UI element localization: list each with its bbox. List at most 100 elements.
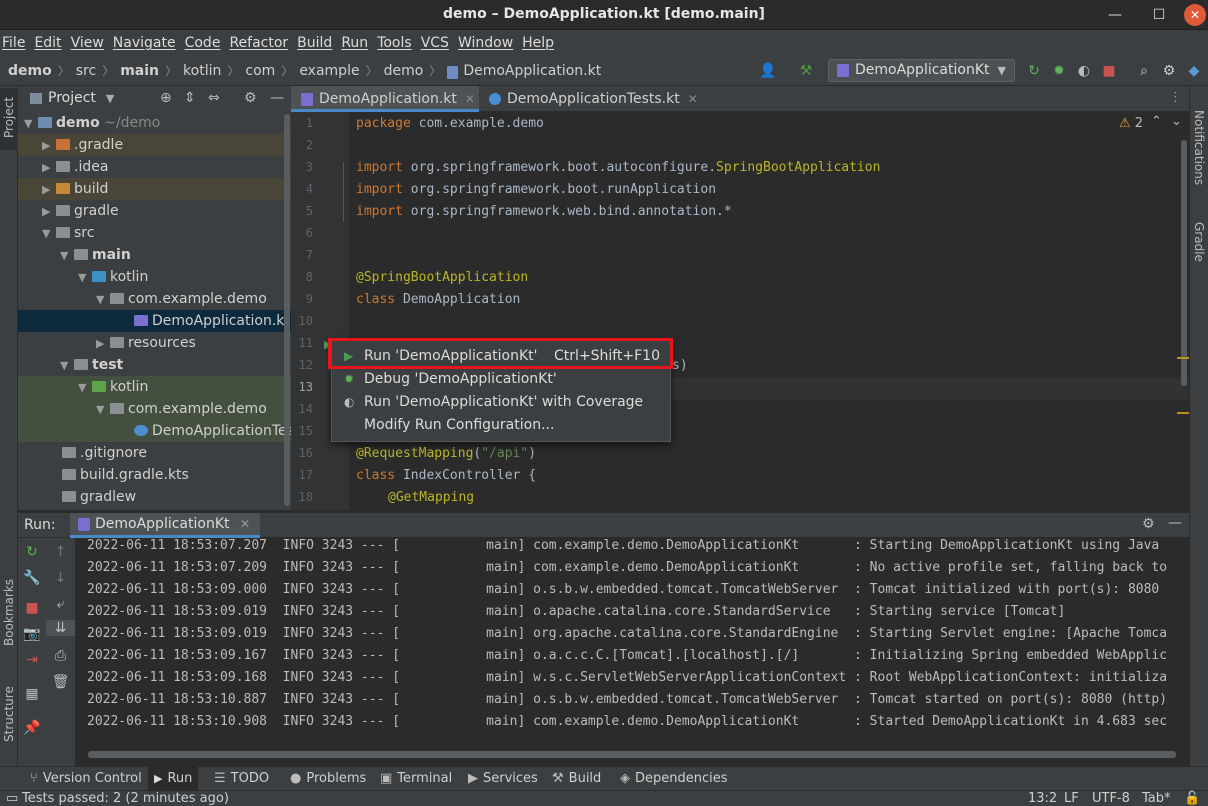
tree-item-build[interactable]: ▶ build xyxy=(18,178,291,200)
menu-build[interactable]: Build xyxy=(297,35,332,51)
caret-position[interactable]: 13:2 xyxy=(1028,791,1057,806)
collapse-all-icon[interactable]: ⇔ xyxy=(208,90,220,106)
print-icon[interactable]: ⎙ xyxy=(46,648,75,664)
more-tabs-icon[interactable]: ⋮ xyxy=(1169,90,1182,105)
tree-item-src[interactable]: ▼ src xyxy=(18,222,291,244)
tool-tab-problems[interactable]: ● Problems xyxy=(290,767,366,791)
tree-item-idea[interactable]: ▶ .idea xyxy=(18,156,291,178)
project-tool-tab[interactable]: Project xyxy=(0,88,18,150)
lock-icon[interactable]: 🔓 xyxy=(1184,791,1200,806)
tree-item-demo[interactable]: ▼ demo ~/demo xyxy=(18,112,291,134)
user-icon[interactable]: 👤 xyxy=(758,61,778,81)
menu-navigate[interactable]: Navigate xyxy=(113,35,176,51)
bookmarks-tool-label[interactable]: Bookmarks xyxy=(2,579,16,646)
run-tab[interactable]: DemoApplicationKt ✕ xyxy=(70,513,260,538)
close-tab-icon[interactable]: ✕ xyxy=(465,92,475,106)
editor-scrollbar[interactable] xyxy=(1181,140,1187,386)
menu-tools[interactable]: Tools xyxy=(377,35,412,51)
gear-icon[interactable]: ⚙ xyxy=(1142,516,1155,532)
status-message[interactable]: Tests passed: 2 (2 minutes ago) xyxy=(22,791,229,806)
menu-item-modify-config[interactable]: Modify Run Configuration... xyxy=(332,414,670,437)
tool-tab-run[interactable]: ▶ Run xyxy=(148,767,199,791)
indent-setting[interactable]: Tab* xyxy=(1142,791,1171,806)
tree-item-gradle[interactable]: ▶ gradle xyxy=(18,200,291,222)
coverage-icon[interactable]: ◐ xyxy=(1074,61,1094,81)
menu-help[interactable]: Help xyxy=(522,35,554,51)
next-highlight-icon[interactable]: ⌄ xyxy=(1171,114,1182,129)
arrow-up-icon[interactable]: ↑ xyxy=(46,544,75,560)
breadcrumb-file[interactable]: DemoApplication.kt xyxy=(447,63,601,79)
tree-item-demo-application-tests[interactable]: DemoApplicationTests.kt xyxy=(18,420,291,442)
tree-item-test[interactable]: ▼ test xyxy=(18,354,291,376)
breadcrumb-main[interactable]: main xyxy=(120,63,159,79)
menu-window[interactable]: Window xyxy=(458,35,513,51)
menu-refactor[interactable]: Refactor xyxy=(229,35,288,51)
menu-view[interactable]: View xyxy=(71,35,104,51)
tree-item-gradle-cache[interactable]: ▶ .gradle xyxy=(18,134,291,156)
menu-code[interactable]: Code xyxy=(185,35,221,51)
line-ending[interactable]: LF xyxy=(1064,791,1079,806)
rerun-icon[interactable]: ↻ xyxy=(18,544,46,560)
tree-item-gradlew[interactable]: gradlew xyxy=(18,486,291,508)
stop-icon[interactable]: ■ xyxy=(1099,61,1119,81)
menu-item-debug[interactable]: ✹ Debug 'DemoApplicationKt' xyxy=(332,368,670,391)
code-editor[interactable]: package com.example.demo import org.spri… xyxy=(349,112,1189,510)
tree-item-build-gradle[interactable]: build.gradle.kts xyxy=(18,464,291,486)
tree-item-package-main[interactable]: ▼ com.example.demo xyxy=(18,288,291,310)
wrench-icon[interactable]: 🔧 xyxy=(18,570,46,586)
structure-tool-label[interactable]: Structure xyxy=(2,686,16,742)
debug-icon[interactable]: ✹ xyxy=(1049,61,1069,81)
breadcrumb-src[interactable]: src xyxy=(76,63,96,79)
pin-icon[interactable]: 📌 xyxy=(18,720,46,736)
tool-tab-services[interactable]: ▶ Services xyxy=(468,767,538,791)
notifications-tool-label[interactable]: Notifications xyxy=(1192,110,1206,185)
menu-edit[interactable]: Edit xyxy=(34,35,61,51)
previous-highlight-icon[interactable]: ⌃ xyxy=(1151,114,1162,129)
tree-item-kotlin-main[interactable]: ▼ kotlin xyxy=(18,266,291,288)
gear-icon[interactable]: ⚙ xyxy=(1159,61,1179,81)
tree-item-gitignore[interactable]: .gitignore xyxy=(18,442,291,464)
expand-all-icon[interactable]: ⇕ xyxy=(184,90,196,106)
toolbox-icon[interactable]: ◆ xyxy=(1184,61,1204,81)
breadcrumb-example[interactable]: example xyxy=(299,63,359,79)
tree-item-resources[interactable]: ▶ resources xyxy=(18,332,291,354)
file-encoding[interactable]: UTF-8 xyxy=(1092,791,1130,806)
run-configuration-select[interactable]: DemoApplicationKt ▼ xyxy=(828,59,1015,82)
warnings-indicator[interactable]: ⚠ 2 xyxy=(1119,116,1143,131)
menu-file[interactable]: File xyxy=(2,35,25,51)
maximize-icon[interactable]: ☐ xyxy=(1148,4,1170,26)
run-console[interactable]: 2022-06-11 18:53:07.207 INFO 3243 --- [ … xyxy=(76,538,1189,766)
scroll-to-end-icon[interactable]: ⇊ xyxy=(46,620,75,636)
tab-demo-application-tests[interactable]: DemoApplicationTests.kt ✕ xyxy=(479,86,701,112)
close-tab-icon[interactable]: ✕ xyxy=(688,92,698,106)
console-horizontal-scrollbar[interactable] xyxy=(88,751,1176,758)
close-tab-icon[interactable]: ✕ xyxy=(240,517,250,531)
hide-icon[interactable]: — xyxy=(270,90,284,106)
gradle-tool-label[interactable]: Gradle xyxy=(1192,222,1206,262)
tool-tab-build[interactable]: ⚒ Build xyxy=(552,767,601,791)
tab-demo-application[interactable]: DemoApplication.kt ✕ xyxy=(291,86,479,112)
minimize-icon[interactable]: — xyxy=(1104,4,1126,26)
tree-item-package-test[interactable]: ▼ com.example.demo xyxy=(18,398,291,420)
soft-wrap-icon[interactable]: ⤶ xyxy=(46,596,75,612)
project-panel-title[interactable]: Project xyxy=(48,90,96,106)
menu-run[interactable]: Run xyxy=(341,35,368,51)
tree-item-main[interactable]: ▼ main xyxy=(18,244,291,266)
camera-icon[interactable]: 📷 xyxy=(18,626,46,642)
breadcrumb-demo[interactable]: demo xyxy=(8,63,52,79)
layout-icon[interactable]: ▦ xyxy=(18,686,46,702)
tool-tab-dependencies[interactable]: ◈ Dependencies xyxy=(620,767,728,791)
gear-icon[interactable]: ⚙ xyxy=(244,90,257,106)
breadcrumb-kotlin[interactable]: kotlin xyxy=(183,63,221,79)
breadcrumb-com[interactable]: com xyxy=(245,63,275,79)
project-scrollbar[interactable] xyxy=(284,114,290,506)
search-icon[interactable]: ⌕ xyxy=(1134,61,1154,81)
rerun-icon[interactable]: ↻ xyxy=(1024,61,1044,81)
exit-icon[interactable]: ⇥ xyxy=(18,652,46,668)
stop-icon[interactable]: ■ xyxy=(18,600,46,616)
tool-tab-terminal[interactable]: ▣ Terminal xyxy=(380,767,452,791)
tool-tab-version-control[interactable]: ⑂ Version Control xyxy=(30,767,142,791)
breadcrumb-demo-package[interactable]: demo xyxy=(384,63,424,79)
hide-icon[interactable]: — xyxy=(1168,515,1182,531)
tree-item-demo-application[interactable]: DemoApplication.kt xyxy=(18,310,291,332)
